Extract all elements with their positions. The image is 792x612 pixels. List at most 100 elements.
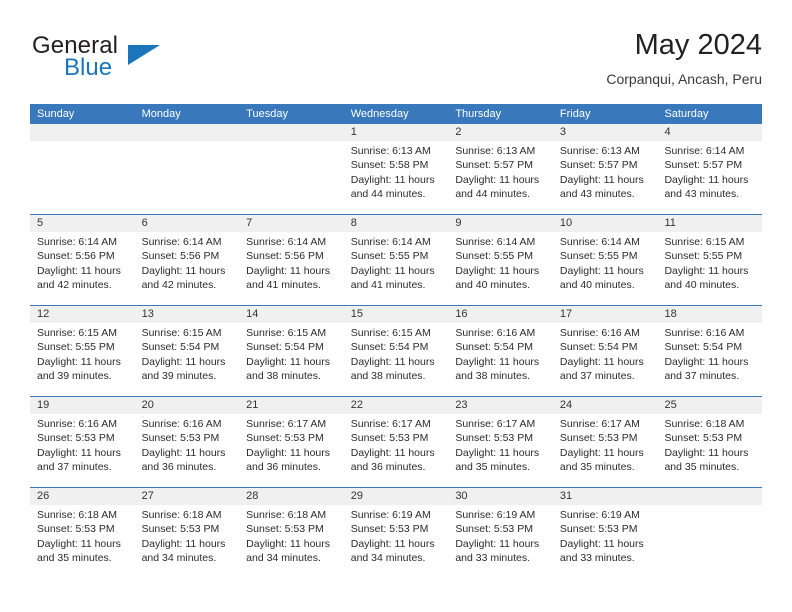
sunset-text: Sunset: 5:54 PM xyxy=(141,341,220,354)
calendar-day-cell[interactable]: 1 Sunrise: 6:13 AM Sunset: 5:58 PM Daylight… xyxy=(343,124,449,214)
calendar-day-cell[interactable]: 7 Sunrise: 6:14 AM Sunset: 5:56 PM Daylight… xyxy=(239,215,344,305)
daylight-text-line2: and 42 minutes. xyxy=(141,278,217,291)
calendar-day-cell[interactable]: 20 Sunrise: 6:16 AM Sunset: 5:53 PM Dayligh… xyxy=(134,397,240,487)
calendar-week-row: 1 Sunrise: 6:13 AM Sunset: 5:58 PM Daylight… xyxy=(30,124,763,214)
calendar-week-row: 26 Sunrise: 6:18 AM Sunset: 5:53 PM Dayligh… xyxy=(30,487,763,578)
day-details: Sunrise: 6:16 AM Sunset: 5:53 PM Daylight:… xyxy=(135,414,240,474)
calendar-day-cell[interactable]: 3 Sunrise: 6:13 AM Sunset: 5:57 PM Daylight… xyxy=(552,124,658,214)
day-number: 30 xyxy=(448,488,553,505)
sunrise-text: Sunrise: 6:16 AM xyxy=(559,327,640,339)
daylight-text-line2: and 40 minutes. xyxy=(559,278,635,291)
calendar-day-cell[interactable]: 23 Sunrise: 6:17 AM Sunset: 5:53 PM Dayligh… xyxy=(448,397,553,487)
calendar-day-cell[interactable]: 2 Sunrise: 6:13 AM Sunset: 5:57 PM Daylight… xyxy=(448,124,553,214)
day-details: Sunrise: 6:19 AM Sunset: 5:53 PM Daylight:… xyxy=(553,505,658,565)
calendar-day-cell[interactable]: 15 Sunrise: 6:15 AM Sunset: 5:54 PM Dayligh… xyxy=(343,306,449,396)
daylight-text-line1: Daylight: 11 hours xyxy=(246,264,331,277)
sunrise-text: Sunrise: 6:15 AM xyxy=(664,236,745,248)
calendar-day-cell[interactable]: 28 Sunrise: 6:18 AM Sunset: 5:53 PM Dayligh… xyxy=(239,488,344,578)
page-title: May 2024 xyxy=(634,29,762,61)
day-details: Sunrise: 6:16 AM Sunset: 5:53 PM Daylight:… xyxy=(30,414,135,474)
sunset-text: Sunset: 5:53 PM xyxy=(141,523,220,536)
calendar-day-cell[interactable]: 25 Sunrise: 6:18 AM Sunset: 5:53 PM Dayligh… xyxy=(657,397,763,487)
sunrise-text: Sunrise: 6:14 AM xyxy=(246,236,327,248)
day-details: Sunrise: 6:14 AM Sunset: 5:56 PM Daylight:… xyxy=(239,232,344,292)
calendar-day-cell[interactable]: 22 Sunrise: 6:17 AM Sunset: 5:53 PM Dayligh… xyxy=(343,397,449,487)
calendar-day-cell[interactable]: 5 Sunrise: 6:14 AM Sunset: 5:56 PM Daylight… xyxy=(30,215,135,305)
page-header: General Blue May 2024 Corpanqui, Ancash,… xyxy=(30,28,762,98)
weekday-header-monday: Monday xyxy=(141,108,181,120)
calendar-day-cell[interactable]: 11 Sunrise: 6:15 AM Sunset: 5:55 PM Dayligh… xyxy=(657,215,763,305)
daylight-text-line1: Daylight: 11 hours xyxy=(455,446,540,459)
sunset-text: Sunset: 5:53 PM xyxy=(455,523,533,536)
sunrise-text: Sunrise: 6:19 AM xyxy=(350,509,431,521)
calendar-day-cell[interactable]: 14 Sunrise: 6:15 AM Sunset: 5:54 PM Dayligh… xyxy=(239,306,344,396)
day-number: 15 xyxy=(343,306,449,323)
daylight-text-line2: and 36 minutes. xyxy=(141,460,217,473)
calendar-table: Sunday Monday Tuesday Wednesday Thursday… xyxy=(30,104,763,578)
daylight-text-line1: Daylight: 11 hours xyxy=(664,355,749,368)
calendar-day-cell[interactable]: 8 Sunrise: 6:14 AM Sunset: 5:55 PM Daylight… xyxy=(343,215,449,305)
calendar-day-cell[interactable]: 10 Sunrise: 6:14 AM Sunset: 5:55 PM Dayligh… xyxy=(552,215,658,305)
sunrise-text: Sunrise: 6:17 AM xyxy=(559,418,640,430)
day-details: Sunrise: 6:14 AM Sunset: 5:55 PM Daylight:… xyxy=(448,232,553,292)
daylight-text-line1: Daylight: 11 hours xyxy=(455,537,540,550)
day-details: Sunrise: 6:14 AM Sunset: 5:56 PM Daylight:… xyxy=(135,232,240,292)
sunrise-text: Sunrise: 6:16 AM xyxy=(141,418,222,430)
calendar-day-cell[interactable]: 13 Sunrise: 6:15 AM Sunset: 5:54 PM Dayligh… xyxy=(134,306,240,396)
day-details: Sunrise: 6:18 AM Sunset: 5:53 PM Daylight:… xyxy=(135,505,240,565)
calendar-day-cell[interactable]: 9 Sunrise: 6:14 AM Sunset: 5:55 PM Daylight… xyxy=(448,215,553,305)
calendar-day-cell[interactable]: 27 Sunrise: 6:18 AM Sunset: 5:53 PM Dayligh… xyxy=(134,488,240,578)
calendar-day-cell[interactable]: 4 Sunrise: 6:14 AM Sunset: 5:57 PM Daylight… xyxy=(657,124,763,214)
daylight-text-line2: and 39 minutes. xyxy=(141,369,217,382)
calendar-day-cell[interactable]: 29 Sunrise: 6:19 AM Sunset: 5:53 PM Dayligh… xyxy=(343,488,449,578)
sunset-text: Sunset: 5:55 PM xyxy=(559,250,638,263)
sunrise-text: Sunrise: 6:15 AM xyxy=(141,327,222,339)
sunrise-text: Sunrise: 6:17 AM xyxy=(246,418,327,430)
sunset-text: Sunset: 5:55 PM xyxy=(455,250,533,263)
daylight-text-line2: and 40 minutes. xyxy=(455,278,531,291)
daylight-text-line1: Daylight: 11 hours xyxy=(664,446,749,459)
sunrise-text: Sunrise: 6:13 AM xyxy=(559,145,640,157)
calendar-day-cell[interactable]: 6 Sunrise: 6:14 AM Sunset: 5:56 PM Daylight… xyxy=(134,215,240,305)
calendar-day-cell[interactable]: 26 Sunrise: 6:18 AM Sunset: 5:53 PM Dayligh… xyxy=(30,488,135,578)
daylight-text-line2: and 36 minutes. xyxy=(350,460,426,473)
calendar-day-cell[interactable]: 19 Sunrise: 6:16 AM Sunset: 5:53 PM Dayligh… xyxy=(30,397,135,487)
sunrise-text: Sunrise: 6:16 AM xyxy=(664,327,745,339)
day-details: Sunrise: 6:14 AM Sunset: 5:56 PM Daylight:… xyxy=(30,232,135,292)
calendar-day-cell[interactable]: 30 Sunrise: 6:19 AM Sunset: 5:53 PM Dayligh… xyxy=(448,488,553,578)
brand-logo[interactable]: General Blue xyxy=(30,32,260,94)
calendar-day-cell[interactable]: 16 Sunrise: 6:16 AM Sunset: 5:54 PM Dayligh… xyxy=(448,306,553,396)
calendar-day-cell[interactable]: 12 Sunrise: 6:15 AM Sunset: 5:55 PM Dayligh… xyxy=(30,306,135,396)
calendar-day-cell[interactable]: 18 Sunrise: 6:16 AM Sunset: 5:54 PM Dayligh… xyxy=(657,306,763,396)
daylight-text-line2: and 35 minutes. xyxy=(559,460,635,473)
calendar-day-cell[interactable]: 31 Sunrise: 6:19 AM Sunset: 5:53 PM Dayligh… xyxy=(552,488,658,578)
daylight-text-line2: and 36 minutes. xyxy=(246,460,321,473)
calendar-day-cell[interactable]: 24 Sunrise: 6:17 AM Sunset: 5:53 PM Dayligh… xyxy=(552,397,658,487)
day-number xyxy=(30,124,135,141)
daylight-text-line2: and 38 minutes. xyxy=(350,369,426,382)
calendar-day-cell[interactable]: 17 Sunrise: 6:16 AM Sunset: 5:54 PM Dayligh… xyxy=(552,306,658,396)
sunset-text: Sunset: 5:53 PM xyxy=(37,523,115,536)
day-number: 28 xyxy=(239,488,344,505)
sunset-text: Sunset: 5:56 PM xyxy=(246,250,324,263)
day-number: 31 xyxy=(552,488,658,505)
daylight-text-line1: Daylight: 11 hours xyxy=(559,173,644,186)
sunset-text: Sunset: 5:53 PM xyxy=(246,523,324,536)
calendar-day-cell[interactable]: 21 Sunrise: 6:17 AM Sunset: 5:53 PM Dayligh… xyxy=(239,397,344,487)
day-details: Sunrise: 6:13 AM Sunset: 5:57 PM Daylight:… xyxy=(448,141,553,201)
sunrise-text: Sunrise: 6:16 AM xyxy=(37,418,117,430)
weekday-header-friday: Friday xyxy=(559,108,591,120)
sunset-text: Sunset: 5:56 PM xyxy=(37,250,115,263)
daylight-text-line2: and 35 minutes. xyxy=(37,551,112,564)
sunrise-text: Sunrise: 6:18 AM xyxy=(246,509,327,521)
calendar-page: General Blue May 2024 Corpanqui, Ancash,… xyxy=(0,0,792,612)
day-number xyxy=(657,488,763,505)
weekday-header-row: Sunday Monday Tuesday Wednesday Thursday… xyxy=(30,104,762,124)
day-number: 4 xyxy=(657,124,763,141)
daylight-text-line2: and 41 minutes. xyxy=(350,278,426,291)
day-number xyxy=(134,124,240,141)
calendar-week-row: 5 Sunrise: 6:14 AM Sunset: 5:56 PM Daylight… xyxy=(30,214,763,305)
sunrise-text: Sunrise: 6:18 AM xyxy=(37,509,117,521)
sunrise-text: Sunrise: 6:13 AM xyxy=(455,145,536,157)
day-number: 12 xyxy=(30,306,135,323)
